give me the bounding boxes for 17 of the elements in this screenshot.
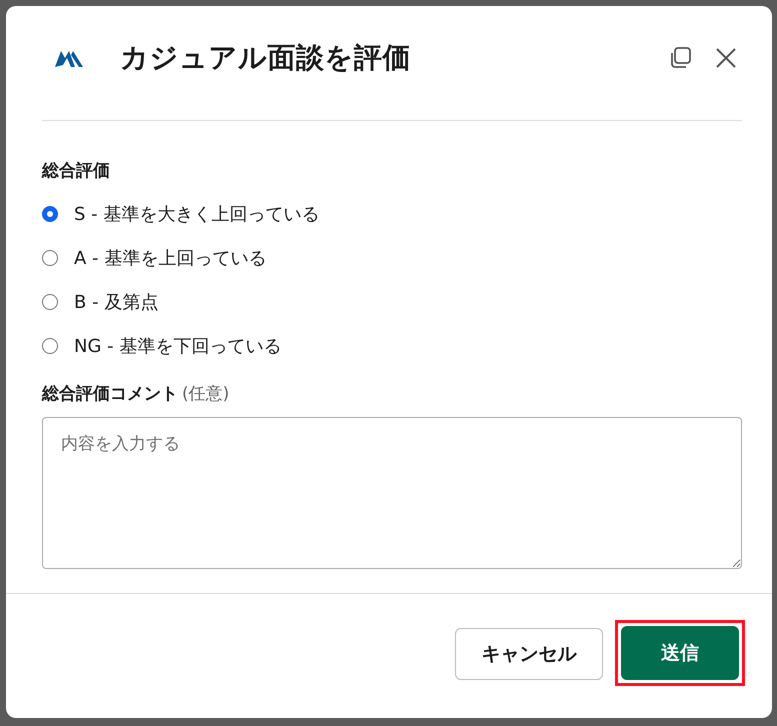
radio-button[interactable] <box>42 206 58 222</box>
optional-note: (任意) <box>182 383 230 405</box>
radio-label[interactable]: A - 基準を上回っている <box>74 246 266 270</box>
rating-label: 総合評価 <box>42 160 110 182</box>
radio-button[interactable] <box>42 338 58 354</box>
duplicate-icon[interactable] <box>668 46 692 70</box>
radio-label[interactable]: B - 及第点 <box>74 290 158 314</box>
submit-button[interactable]: 送信 <box>621 626 739 680</box>
radio-label[interactable]: S - 基準を大きく上回っている <box>74 202 320 226</box>
radio-label[interactable]: NG - 基準を下回っている <box>74 334 282 358</box>
radio-button[interactable] <box>42 250 58 266</box>
comment-label: 総合評価コメント <box>42 383 178 405</box>
comment-field[interactable]: 内容を入力する <box>42 417 742 569</box>
radio-button[interactable] <box>42 294 58 310</box>
dialog-title: カジュアル面談を評価 <box>120 40 412 76</box>
close-icon[interactable] <box>714 46 738 70</box>
cancel-button[interactable]: キャンセル <box>455 628 603 680</box>
